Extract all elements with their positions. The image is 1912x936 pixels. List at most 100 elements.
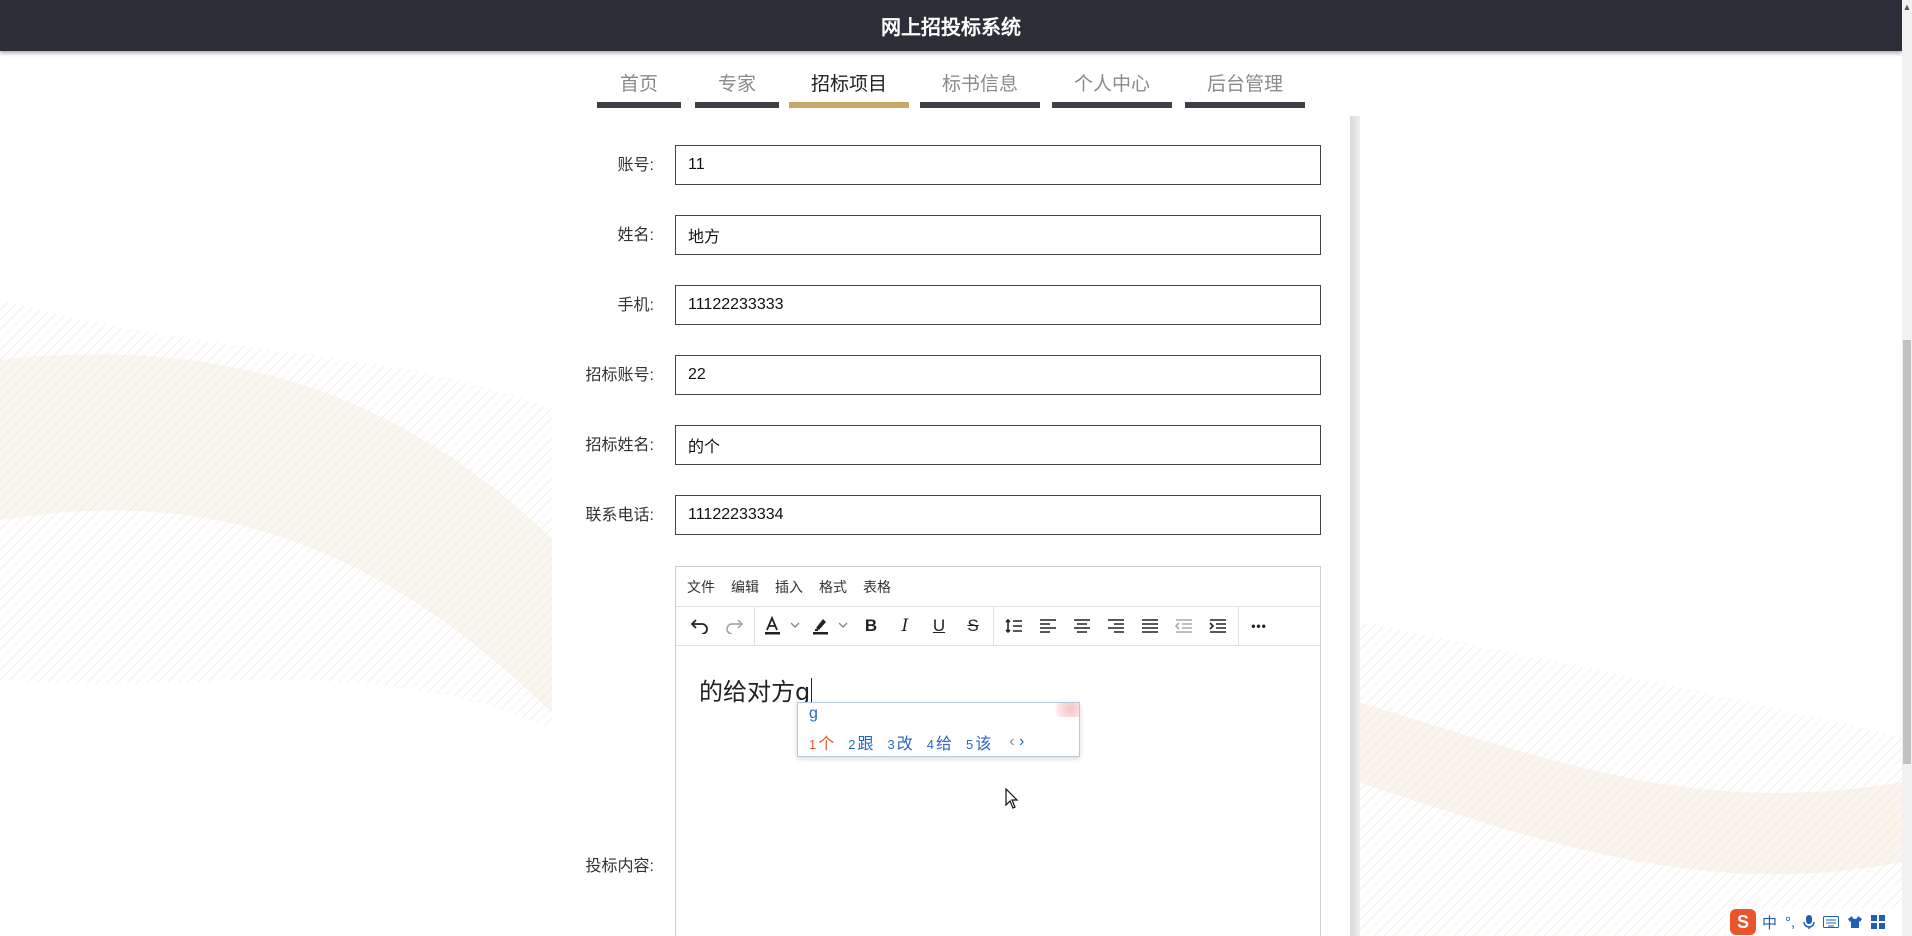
undo-button[interactable] xyxy=(683,610,717,642)
form-row-account: 账号: xyxy=(552,145,1352,187)
scroll-up-icon[interactable]: ▲ xyxy=(1902,0,1912,14)
more-icon: ••• xyxy=(1251,619,1267,633)
line-height-icon xyxy=(1005,618,1022,634)
keyboard-icon[interactable] xyxy=(1823,916,1840,928)
tab-admin-label: 后台管理 xyxy=(1206,74,1283,95)
form-row-contact-phone: 联系电话: xyxy=(552,495,1352,537)
tender-name-label: 招标姓名: xyxy=(585,437,654,454)
name-input[interactable] xyxy=(675,215,1321,255)
tender-account-label: 招标账号: xyxy=(585,367,654,384)
tab-personal-center[interactable]: 个人中心 xyxy=(1052,52,1172,108)
microphone-icon[interactable] xyxy=(1803,914,1815,930)
underline-button[interactable]: U xyxy=(922,610,956,642)
phone-label: 手机: xyxy=(617,297,654,314)
align-right-button[interactable] xyxy=(1099,610,1133,642)
menu-file[interactable]: 文件 xyxy=(687,577,715,597)
form-row-tender-name: 招标姓名: xyxy=(552,425,1352,467)
align-justify-icon xyxy=(1142,619,1158,633)
outdent-icon xyxy=(1175,619,1192,633)
menu-table[interactable]: 表格 xyxy=(863,577,891,597)
skin-icon[interactable] xyxy=(1847,915,1863,929)
contact-phone-input[interactable] xyxy=(675,495,1321,535)
more-button[interactable]: ••• xyxy=(1242,610,1276,642)
phone-input[interactable] xyxy=(675,285,1321,325)
bid-content-label: 投标内容: xyxy=(585,858,654,875)
editor-menubar: 文件 编辑 插入 格式 表格 xyxy=(676,567,1320,607)
account-input[interactable] xyxy=(675,145,1321,185)
text-color-icon xyxy=(765,616,800,635)
form-row-name: 姓名: xyxy=(552,215,1352,257)
line-height-button[interactable] xyxy=(997,610,1031,642)
menu-insert[interactable]: 插入 xyxy=(775,577,803,597)
sogou-logo-icon[interactable]: S xyxy=(1730,909,1756,935)
tab-tender-info-label: 标书信息 xyxy=(941,74,1018,95)
outdent-button[interactable] xyxy=(1167,610,1201,642)
ime-page-arrows: ‹ › xyxy=(1009,733,1024,751)
text-color-button[interactable] xyxy=(758,610,806,642)
align-left-button[interactable] xyxy=(1031,610,1065,642)
strikethrough-icon: S xyxy=(967,616,979,635)
indent-button[interactable] xyxy=(1201,610,1235,642)
form-row-tender-account: 招标账号: xyxy=(552,355,1352,397)
tab-home-label: 首页 xyxy=(619,74,658,95)
italic-icon: I xyxy=(901,616,909,636)
ime-candidate-5[interactable]: 5该 xyxy=(966,730,991,754)
ime-skin-decoration xyxy=(1051,703,1079,717)
ime-candidate-text: 该 xyxy=(975,736,992,753)
toolbar-group-format: B I U S xyxy=(755,607,994,645)
editor-content-text[interactable]: 的给对方g xyxy=(699,672,813,707)
ime-candidate-1[interactable]: 1个 xyxy=(809,730,834,754)
tab-admin[interactable]: 后台管理 xyxy=(1185,52,1305,108)
tab-tender-info[interactable]: 标书信息 xyxy=(920,52,1040,108)
toolbar-group-history xyxy=(680,607,755,645)
ime-next-icon[interactable]: › xyxy=(1019,733,1024,750)
strikethrough-button[interactable]: S xyxy=(956,610,990,642)
ime-status-bar: S 中 °, xyxy=(1726,908,1902,936)
undo-icon xyxy=(691,619,708,634)
highlight-color-icon xyxy=(813,619,848,635)
ime-composition: g xyxy=(809,705,818,722)
form-row-phone: 手机: xyxy=(552,285,1352,327)
menu-format[interactable]: 格式 xyxy=(819,577,847,597)
editor-content-value: 的给对方g xyxy=(699,678,811,706)
ime-lang-toggle[interactable]: 中 xyxy=(1762,912,1777,933)
align-left-icon xyxy=(1040,619,1056,633)
page: 网上招投标系统 首页 专家 招标项目 标书信息 个人中心 后台管理 账号: 姓名… xyxy=(0,0,1912,936)
align-center-button[interactable] xyxy=(1065,610,1099,642)
page-scrollbar-thumb[interactable] xyxy=(1903,340,1911,764)
mouse-cursor-icon xyxy=(1005,788,1019,809)
editor-content-area[interactable]: 的给对方g xyxy=(676,646,1320,936)
ime-candidate-num: 3 xyxy=(887,737,895,752)
tab-experts[interactable]: 专家 xyxy=(695,52,779,108)
align-center-icon xyxy=(1074,619,1090,633)
highlight-color-button[interactable] xyxy=(806,610,854,642)
tender-account-input[interactable] xyxy=(675,355,1321,395)
bold-button[interactable]: B xyxy=(854,610,888,642)
toolbar-group-more: ••• xyxy=(1239,607,1279,645)
ime-candidate-4[interactable]: 4给 xyxy=(927,730,952,754)
tender-name-input[interactable] xyxy=(675,425,1321,465)
ime-punct-toggle[interactable]: °, xyxy=(1785,914,1795,931)
indent-icon xyxy=(1209,619,1226,633)
align-justify-button[interactable] xyxy=(1133,610,1167,642)
tab-home[interactable]: 首页 xyxy=(597,52,681,108)
ime-candidate-text: 个 xyxy=(818,736,835,753)
ime-candidate-2[interactable]: 2跟 xyxy=(848,730,873,754)
redo-button[interactable] xyxy=(717,610,751,642)
toolbar-group-align xyxy=(994,607,1239,645)
ime-candidate-3[interactable]: 3改 xyxy=(888,730,913,754)
italic-button[interactable]: I xyxy=(888,610,922,642)
menu-edit[interactable]: 编辑 xyxy=(731,577,759,597)
ime-prev-icon[interactable]: ‹ xyxy=(1009,733,1014,750)
app-title: 网上招投标系统 xyxy=(881,17,1021,39)
contact-phone-label: 联系电话: xyxy=(585,507,654,524)
ime-candidate-num: 4 xyxy=(926,737,934,752)
ime-candidate-text: 给 xyxy=(935,736,952,753)
tab-bidding-projects[interactable]: 招标项目 xyxy=(789,52,909,108)
underline-icon: U xyxy=(932,616,946,635)
tab-personal-center-label: 个人中心 xyxy=(1073,74,1150,95)
ime-candidate-num: 5 xyxy=(966,737,974,752)
main-nav: 首页 专家 招标项目 标书信息 个人中心 后台管理 xyxy=(0,52,1902,108)
align-right-icon xyxy=(1108,619,1124,633)
toolbox-icon[interactable] xyxy=(1871,915,1886,929)
